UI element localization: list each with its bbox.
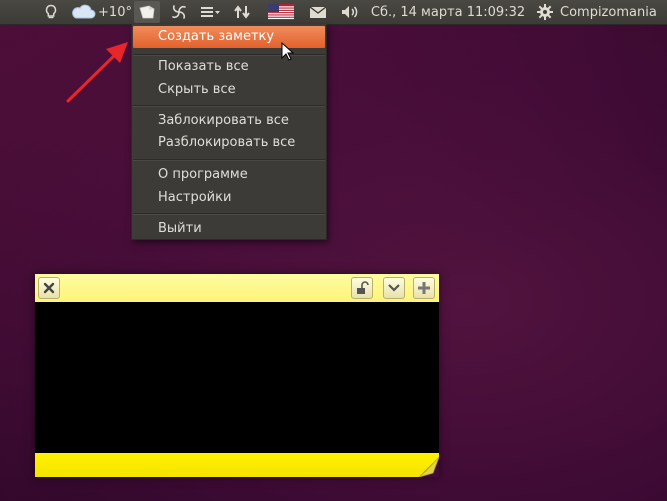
datetime-text: Сб., 14 марта 11:09:32	[370, 4, 526, 20]
network-arrows-icon[interactable]	[230, 0, 254, 24]
volume-icon[interactable]	[338, 0, 362, 24]
notes-menu: Создать заметку Показать все Скрыть все …	[131, 24, 327, 240]
menu-item-about[interactable]: О программе	[133, 164, 325, 186]
lightbulb-icon[interactable]	[42, 0, 60, 24]
username-label: Compizomania	[560, 4, 657, 20]
note-text-area[interactable]	[35, 302, 439, 453]
menu-separator	[133, 159, 325, 161]
weather-cloud-icon	[70, 4, 96, 20]
menu-item-lock-all[interactable]: Заблокировать все	[133, 110, 325, 132]
us-flag-icon[interactable]	[266, 0, 296, 24]
close-icon[interactable]	[38, 277, 60, 299]
pinwheel-icon[interactable]	[168, 0, 190, 24]
page-curl-icon[interactable]	[418, 456, 440, 478]
menu-list-icon[interactable]	[198, 0, 224, 24]
menu-item-create-note[interactable]: Создать заметку	[133, 26, 325, 48]
menu-item-unlock-all[interactable]: Разблокировать все	[133, 132, 325, 154]
unlock-icon[interactable]	[351, 277, 373, 299]
menu-separator	[133, 213, 325, 215]
note-footer	[35, 453, 440, 478]
gear-icon	[536, 3, 554, 21]
annotation-arrow	[60, 38, 132, 106]
datetime-indicator[interactable]: Сб., 14 марта 11:09:32	[370, 0, 526, 24]
plus-icon[interactable]	[413, 277, 435, 299]
menu-item-settings[interactable]: Настройки	[133, 187, 325, 209]
menu-separator	[133, 105, 325, 107]
chevron-down-icon[interactable]	[383, 277, 405, 299]
mail-icon[interactable]	[306, 0, 330, 24]
menu-item-quit[interactable]: Выйти	[133, 218, 325, 240]
notes-indicator-icon[interactable]	[134, 1, 160, 23]
menu-item-show-all[interactable]: Показать все	[133, 56, 325, 78]
weather-indicator[interactable]: +10°	[70, 0, 132, 24]
menu-item-hide-all[interactable]: Скрыть все	[133, 79, 325, 101]
session-indicator[interactable]: Compizomania	[536, 0, 662, 24]
mouse-cursor-icon	[281, 41, 295, 62]
top-panel: +10° Сб., 14 марта 11:09:32 Compizomania	[0, 0, 667, 25]
note-titlebar[interactable]	[35, 274, 439, 302]
weather-temperature: +10°	[98, 4, 132, 20]
sticky-note-window	[35, 274, 440, 478]
